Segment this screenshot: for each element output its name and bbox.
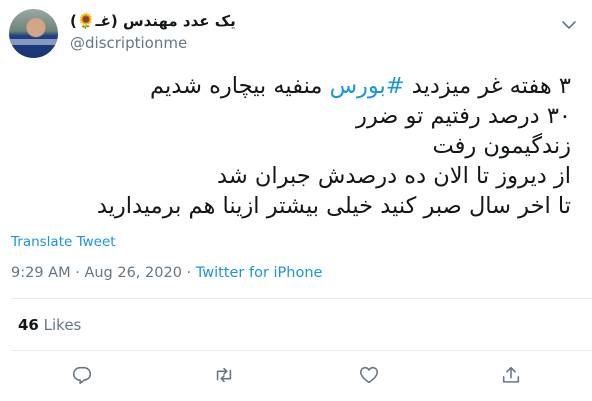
tweet-actions <box>0 361 592 389</box>
tweet-line-2: ۳۰ درصد رفتیم تو ضرر <box>355 103 571 129</box>
meta-separator: · <box>75 265 80 281</box>
tweet-source-link[interactable]: Twitter for iPhone <box>196 265 323 281</box>
likes-number: 46 <box>18 316 39 334</box>
tweet-line-3: زندگیمون رفت <box>432 133 571 159</box>
meta-separator: · <box>186 265 192 281</box>
avatar[interactable] <box>9 9 58 58</box>
divider <box>11 298 592 299</box>
avatar-detail <box>9 39 58 45</box>
author-handle[interactable]: @discriptionme <box>70 33 236 53</box>
tweet-text-segment: ۳ هفته غر میزدید <box>404 73 571 99</box>
tweet-line-1: ۳ هفته غر میزدید #بورس منفیه بیچاره شدیم <box>11 71 571 101</box>
tweet-line-4: از دیروز تا الان ده درصدش جبران شد <box>217 163 571 189</box>
likes-label: Likes <box>43 316 82 334</box>
hashtag-link[interactable]: #بورس <box>330 73 405 99</box>
tweet-time[interactable]: 9:29 AM <box>11 265 71 281</box>
divider <box>11 350 592 351</box>
tweet-text-segment: منفیه بیچاره شدیم <box>150 73 330 99</box>
likes-count[interactable]: 46 Likes <box>18 316 81 334</box>
tweet-text: ۳ هفته غر میزدید #بورس منفیه بیچاره شدیم… <box>11 71 571 221</box>
retweet-icon[interactable] <box>210 361 238 389</box>
tweet-date[interactable]: Aug 26, 2020 <box>84 265 182 281</box>
author-display-name[interactable]: یک عدد مهندس (غـ🌻) <box>70 11 236 31</box>
author-block: یک عدد مهندس (غـ🌻) @discriptionme <box>70 11 236 53</box>
tweet-meta: 9:29 AM · Aug 26, 2020 · Twitter for iPh… <box>11 265 322 281</box>
chevron-down-icon[interactable] <box>558 14 580 36</box>
reply-icon[interactable] <box>68 361 96 389</box>
like-icon[interactable] <box>355 361 383 389</box>
share-icon[interactable] <box>497 361 525 389</box>
tweet-line-5: تا اخر سال صبر کنید خیلی بیشتر ازینا هم … <box>96 193 571 219</box>
translate-tweet-link[interactable]: Translate Tweet <box>11 234 116 250</box>
